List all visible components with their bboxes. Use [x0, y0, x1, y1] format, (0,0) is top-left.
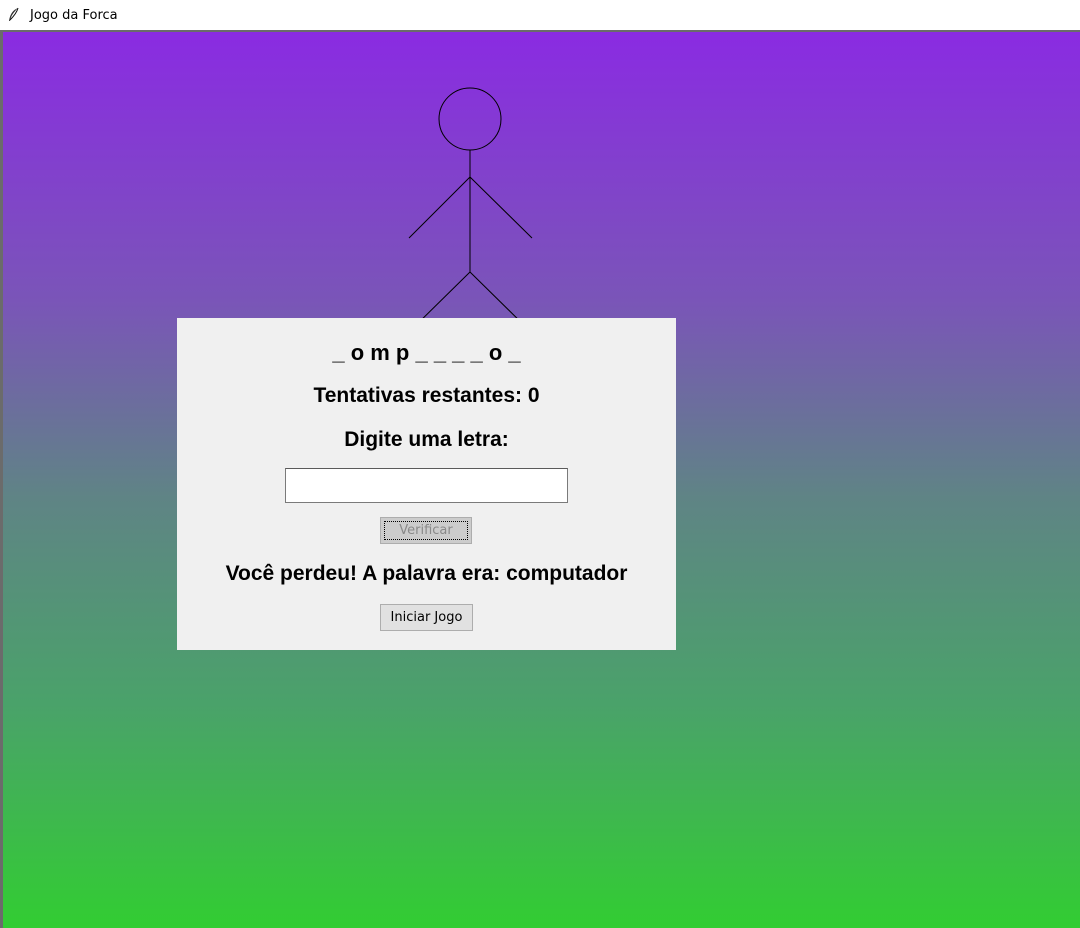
- hangman-left-arm: [408, 176, 471, 239]
- letter-prompt: Digite uma letra:: [344, 428, 509, 451]
- start-game-button[interactable]: Iniciar Jogo: [380, 604, 473, 631]
- verify-button-label: Verificar: [384, 521, 468, 540]
- hangman-head: [438, 87, 502, 151]
- feather-icon: [6, 7, 22, 23]
- word-display: _ o m p _ _ _ _ o _: [332, 340, 521, 365]
- title-bar: Jogo da Forca: [0, 0, 1080, 30]
- result-message: Você perdeu! A palavra era: computador: [225, 562, 628, 585]
- window-title: Jogo da Forca: [30, 7, 118, 23]
- letter-input[interactable]: [285, 468, 568, 503]
- game-panel: _ o m p _ _ _ _ o _ Tentativas restantes…: [177, 318, 676, 650]
- attempts-remaining: Tentativas restantes: 0: [313, 384, 540, 407]
- verify-button[interactable]: Verificar: [380, 517, 472, 544]
- hangman-right-arm: [469, 176, 533, 239]
